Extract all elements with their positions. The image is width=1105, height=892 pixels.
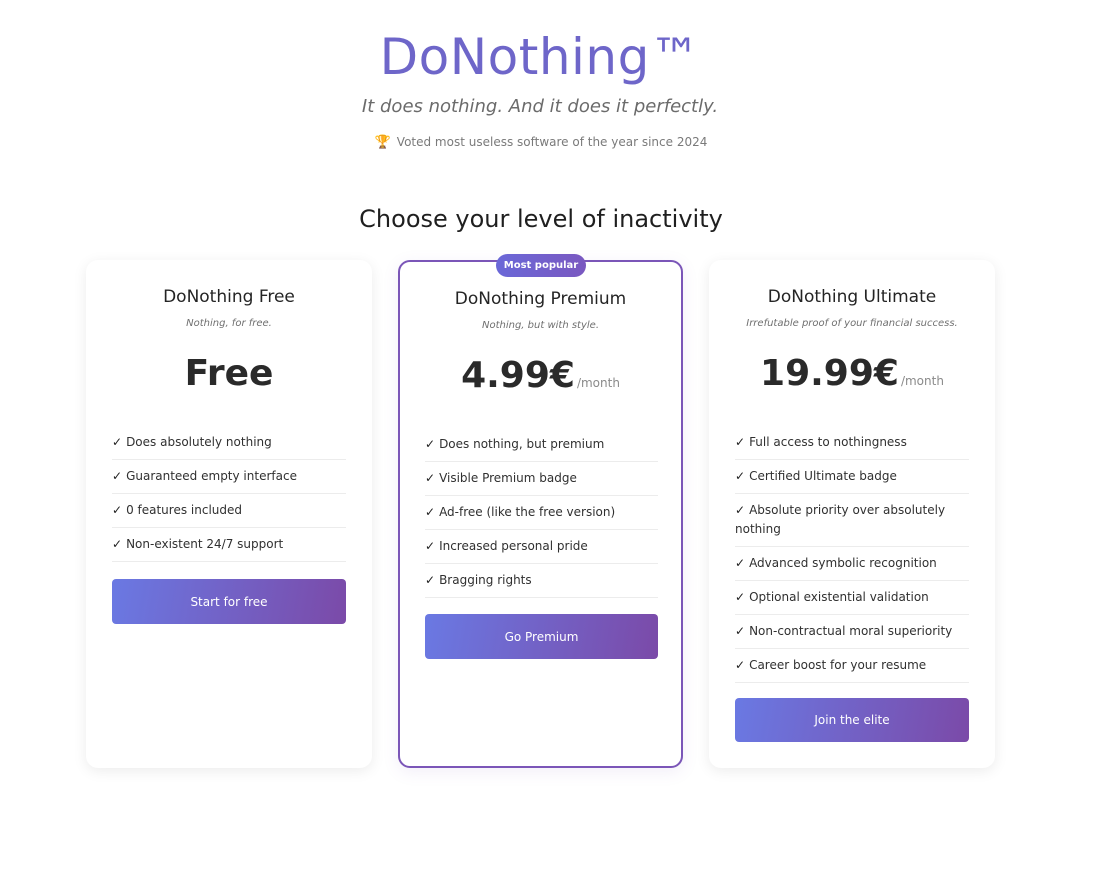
plan-price: 19.99€/month xyxy=(709,353,995,394)
price-value: Free xyxy=(184,353,274,394)
feature-item: Non-contractual moral superiority xyxy=(735,615,969,649)
plan-subtitle: Irrefutable proof of your financial succ… xyxy=(746,318,958,329)
plan-subtitle: Nothing, for free. xyxy=(186,318,272,329)
feature-item: Guaranteed empty interface xyxy=(112,460,346,494)
feature-list: Does absolutely nothing Guaranteed empty… xyxy=(112,426,346,562)
plan-name: DoNothing Ultimate xyxy=(767,287,937,307)
feature-item: Bragging rights xyxy=(425,564,658,598)
feature-list: Does nothing, but premium Visible Premiu… xyxy=(425,428,658,598)
plan-price: Free xyxy=(86,353,372,394)
award-text: Voted most useless software of the year … xyxy=(396,135,708,149)
price-value: 19.99€ xyxy=(760,353,899,394)
feature-item: Non-existent 24/7 support xyxy=(112,528,346,562)
brand-title: DoNothing™ xyxy=(379,28,701,86)
feature-item: Does absolutely nothing xyxy=(112,426,346,460)
plan-card-free: DoNothing Free Nothing, for free. Free D… xyxy=(86,260,372,768)
plan-card-ultimate: DoNothing Ultimate Irrefutable proof of … xyxy=(709,260,995,768)
feature-item: Career boost for your resume xyxy=(735,649,969,683)
feature-item: Visible Premium badge xyxy=(425,462,658,496)
plan-card-premium: Most popular DoNothing Premium Nothing, … xyxy=(398,254,683,768)
feature-item: Optional existential validation xyxy=(735,581,969,615)
feature-item: Certified Ultimate badge xyxy=(735,460,969,494)
start-free-button[interactable]: Start for free xyxy=(112,579,346,624)
price-period: /month xyxy=(900,374,944,388)
feature-item: 0 features included xyxy=(112,494,346,528)
section-title: Choose your level of inactivity xyxy=(359,205,723,233)
go-premium-button[interactable]: Go Premium xyxy=(425,614,658,659)
plan-name: DoNothing Premium xyxy=(454,289,627,309)
tagline: It does nothing. And it does it perfectl… xyxy=(361,96,719,117)
plan-name: DoNothing Free xyxy=(163,287,295,307)
plan-price: 4.99€/month xyxy=(400,355,681,396)
feature-item: Advanced symbolic recognition xyxy=(735,547,969,581)
feature-list: Full access to nothingness Certified Ult… xyxy=(735,426,969,683)
award-line: 🏆 Voted most useless software of the year… xyxy=(0,135,1082,150)
plan-subtitle: Nothing, but with style. xyxy=(481,320,600,331)
feature-item: Full access to nothingness xyxy=(735,426,969,460)
feature-item: Does nothing, but premium xyxy=(425,428,658,462)
pricing-page: DoNothing™ It does nothing. And it does … xyxy=(0,0,1105,892)
feature-item: Increased personal pride xyxy=(425,530,658,564)
most-popular-badge: Most popular xyxy=(496,254,586,277)
feature-item: Absolute priority over absolutely nothin… xyxy=(735,494,969,547)
join-elite-button[interactable]: Join the elite xyxy=(735,698,969,742)
price-period: /month xyxy=(576,376,620,390)
feature-item: Ad-free (like the free version) xyxy=(425,496,658,530)
trophy-icon: 🏆 xyxy=(374,135,391,150)
price-value: 4.99€ xyxy=(461,355,575,396)
